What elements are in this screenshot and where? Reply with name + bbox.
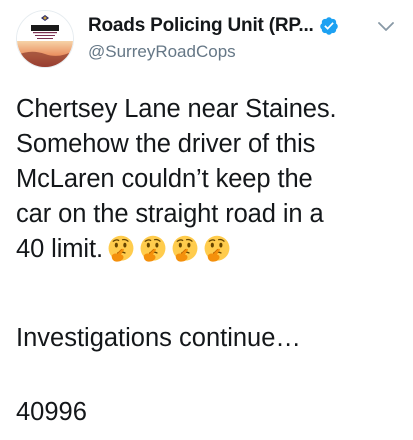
tweet-line-with-emoji: 40 limit. (16, 232, 401, 267)
tweet-line: McLaren couldn’t keep the (16, 165, 313, 193)
avatar[interactable] (16, 10, 74, 68)
emoji-row (107, 235, 231, 263)
thinking-face-icon (203, 235, 231, 263)
verified-badge-icon (319, 16, 339, 36)
tweet-paragraph: 40996 (16, 398, 87, 426)
tweet-text: Chertsey Lane near Staines. Somehow the … (16, 92, 401, 267)
tweet-line: Chertsey Lane near Staines. (16, 95, 337, 123)
thinking-face-icon (171, 235, 199, 263)
name-row: Roads Policing Unit (RP... (88, 14, 368, 38)
tweet-line: Somehow the driver of this (16, 130, 316, 158)
tweet-line: 40 limit. (16, 235, 103, 263)
tweet-paragraph: Investigations continue… (16, 324, 301, 352)
thinking-face-icon (107, 235, 135, 263)
tweet-card: Roads Policing Unit (RP... @SurreyRoadCo… (0, 0, 413, 440)
tweet-header: Roads Policing Unit (RP... @SurreyRoadCo… (88, 14, 368, 62)
chevron-down-icon[interactable] (377, 20, 395, 32)
tweet-line: car on the straight road in a (16, 200, 324, 228)
display-name[interactable]: Roads Policing Unit (RP... (88, 15, 314, 37)
thinking-face-icon (139, 235, 167, 263)
handle[interactable]: @SurreyRoadCops (88, 42, 368, 62)
